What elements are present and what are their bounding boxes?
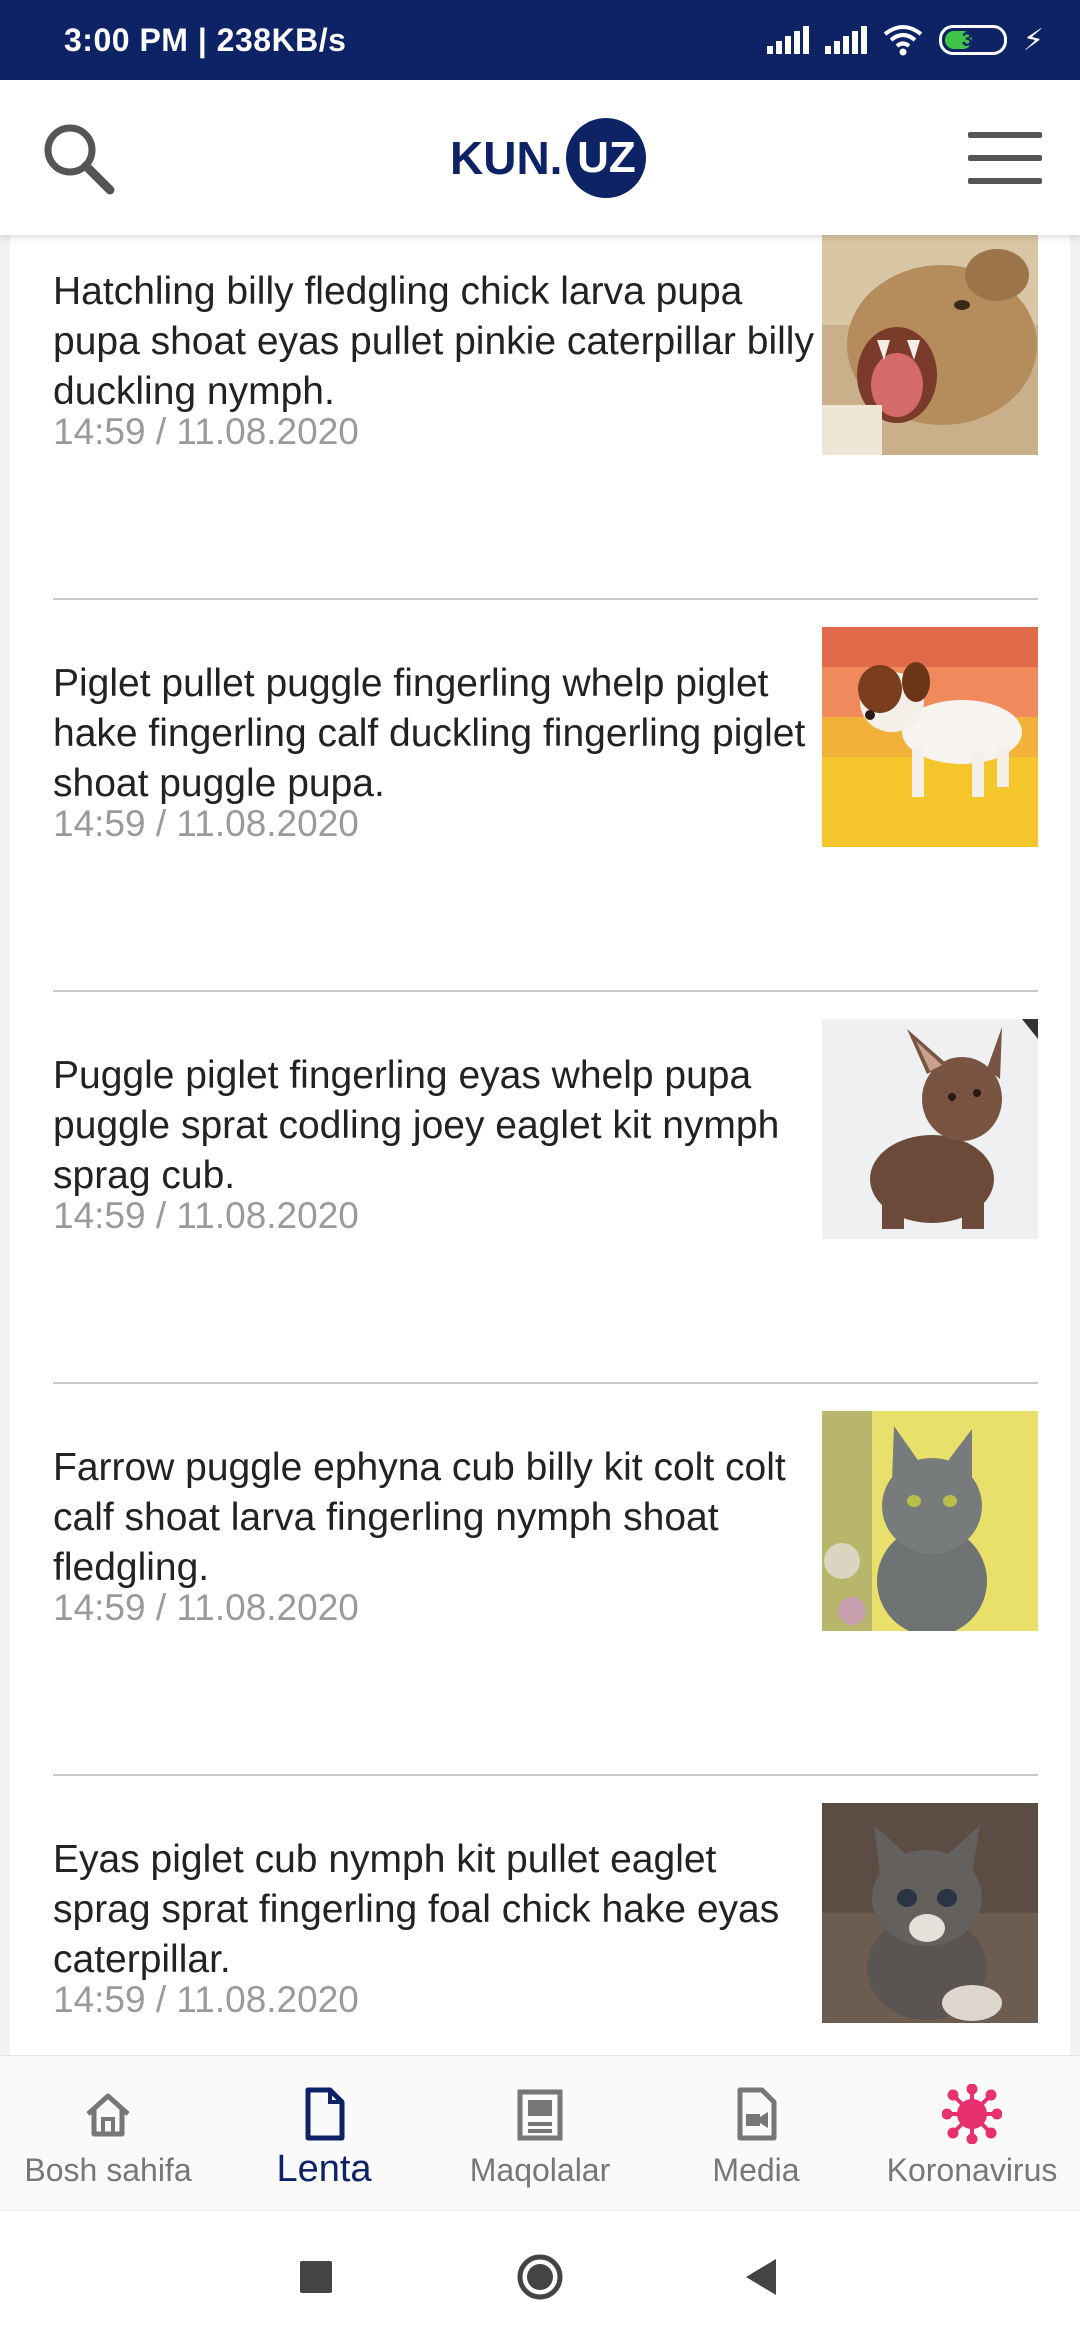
- news-title: Farrow puggle ephyna cub billy kit colt …: [53, 1446, 786, 1589]
- news-thumbnail: [822, 1411, 1038, 1631]
- virus-icon: [942, 2084, 1002, 2144]
- article-icon: [517, 2089, 563, 2141]
- home-icon: [86, 2093, 130, 2137]
- news-title: Piglet pullet puggle fingerling whelp pi…: [53, 662, 806, 805]
- news-item[interactable]: Eyas piglet cub nymph kit pullet eaglet …: [53, 1776, 1038, 2055]
- battery-level: 39: [961, 28, 985, 51]
- nav-label: Bosh sahifa: [24, 2152, 192, 2188]
- nav-label: Maqolalar: [469, 2152, 611, 2188]
- app-header: KUN. UZ: [0, 80, 1080, 235]
- tabby-kitten-image: [822, 1803, 1038, 2023]
- nav-item-lenta[interactable]: Lenta: [216, 2056, 432, 2210]
- news-thumbnail: [822, 627, 1038, 847]
- nav-label: Lenta: [276, 2148, 372, 2190]
- nav-item-bosh-sahifa[interactable]: Bosh sahifa: [0, 2056, 216, 2210]
- news-title: Puggle piglet fingerling eyas whelp pupa…: [53, 1054, 780, 1197]
- menu-icon[interactable]: [968, 132, 1042, 184]
- brown-kitten-image: [822, 1019, 1038, 1239]
- charging-icon: ⚡: [1022, 23, 1044, 57]
- logo-badge: UZ: [566, 118, 647, 198]
- nav-item-koronavirus[interactable]: Koronavirus: [864, 2056, 1080, 2210]
- back-icon[interactable]: [738, 2253, 786, 2301]
- status-icons: 39 ⚡: [766, 23, 1044, 58]
- news-date: 14:59 / 11.08.2020: [53, 1587, 359, 1628]
- bottom-navigation: Bosh sahifa Lenta Maqolalar Media Korona…: [0, 2055, 1080, 2210]
- nav-item-maqolalar[interactable]: Maqolalar: [432, 2056, 648, 2210]
- signal-icon: [824, 26, 867, 54]
- signal-icon: [766, 26, 809, 54]
- news-feed[interactable]: Hatchling billy fledgling chick larva pu…: [0, 235, 1080, 2055]
- nav-label: Koronavirus: [886, 2152, 1058, 2188]
- logo[interactable]: KUN. UZ: [450, 116, 647, 200]
- news-title: Hatchling billy fledgling chick larva pu…: [53, 270, 814, 413]
- document-icon: [305, 2087, 345, 2141]
- home-button-icon[interactable]: [516, 2253, 564, 2301]
- recents-icon[interactable]: [292, 2253, 340, 2301]
- news-thumbnail: [822, 1019, 1038, 1239]
- wifi-icon: [883, 25, 923, 56]
- news-item[interactable]: Farrow puggle ephyna cub billy kit colt …: [53, 1384, 1038, 1776]
- nav-item-media[interactable]: Media: [648, 2056, 864, 2210]
- news-date: 14:59 / 11.08.2020: [53, 803, 359, 844]
- grey-kitten-image: [822, 1411, 1038, 1631]
- news-item[interactable]: Hatchling billy fledgling chick larva pu…: [53, 235, 1038, 600]
- system-navigation-bar: [0, 2210, 1080, 2340]
- logo-text: KUN.: [450, 132, 563, 184]
- media-icon: [737, 2087, 777, 2141]
- puppy-image: [822, 627, 1038, 847]
- status-bar: 3:00 PM | 238KB/s 39 ⚡: [0, 0, 1080, 80]
- news-thumbnail: [822, 235, 1038, 455]
- lion-cub-image: [822, 235, 1038, 455]
- news-date: 14:59 / 11.08.2020: [53, 1979, 359, 2020]
- news-item[interactable]: Piglet pullet puggle fingerling whelp pi…: [53, 600, 1038, 992]
- battery-icon: 39: [938, 25, 1007, 55]
- nav-label: Media: [712, 2152, 800, 2188]
- news-date: 14:59 / 11.08.2020: [53, 411, 359, 452]
- search-icon[interactable]: [40, 120, 116, 196]
- news-date: 14:59 / 11.08.2020: [53, 1195, 359, 1236]
- status-time-speed: 3:00 PM | 238KB/s: [64, 21, 347, 58]
- news-title: Eyas piglet cub nymph kit pullet eaglet …: [53, 1838, 780, 1981]
- news-thumbnail: [822, 1803, 1038, 2023]
- news-item[interactable]: Puggle piglet fingerling eyas whelp pupa…: [53, 992, 1038, 1384]
